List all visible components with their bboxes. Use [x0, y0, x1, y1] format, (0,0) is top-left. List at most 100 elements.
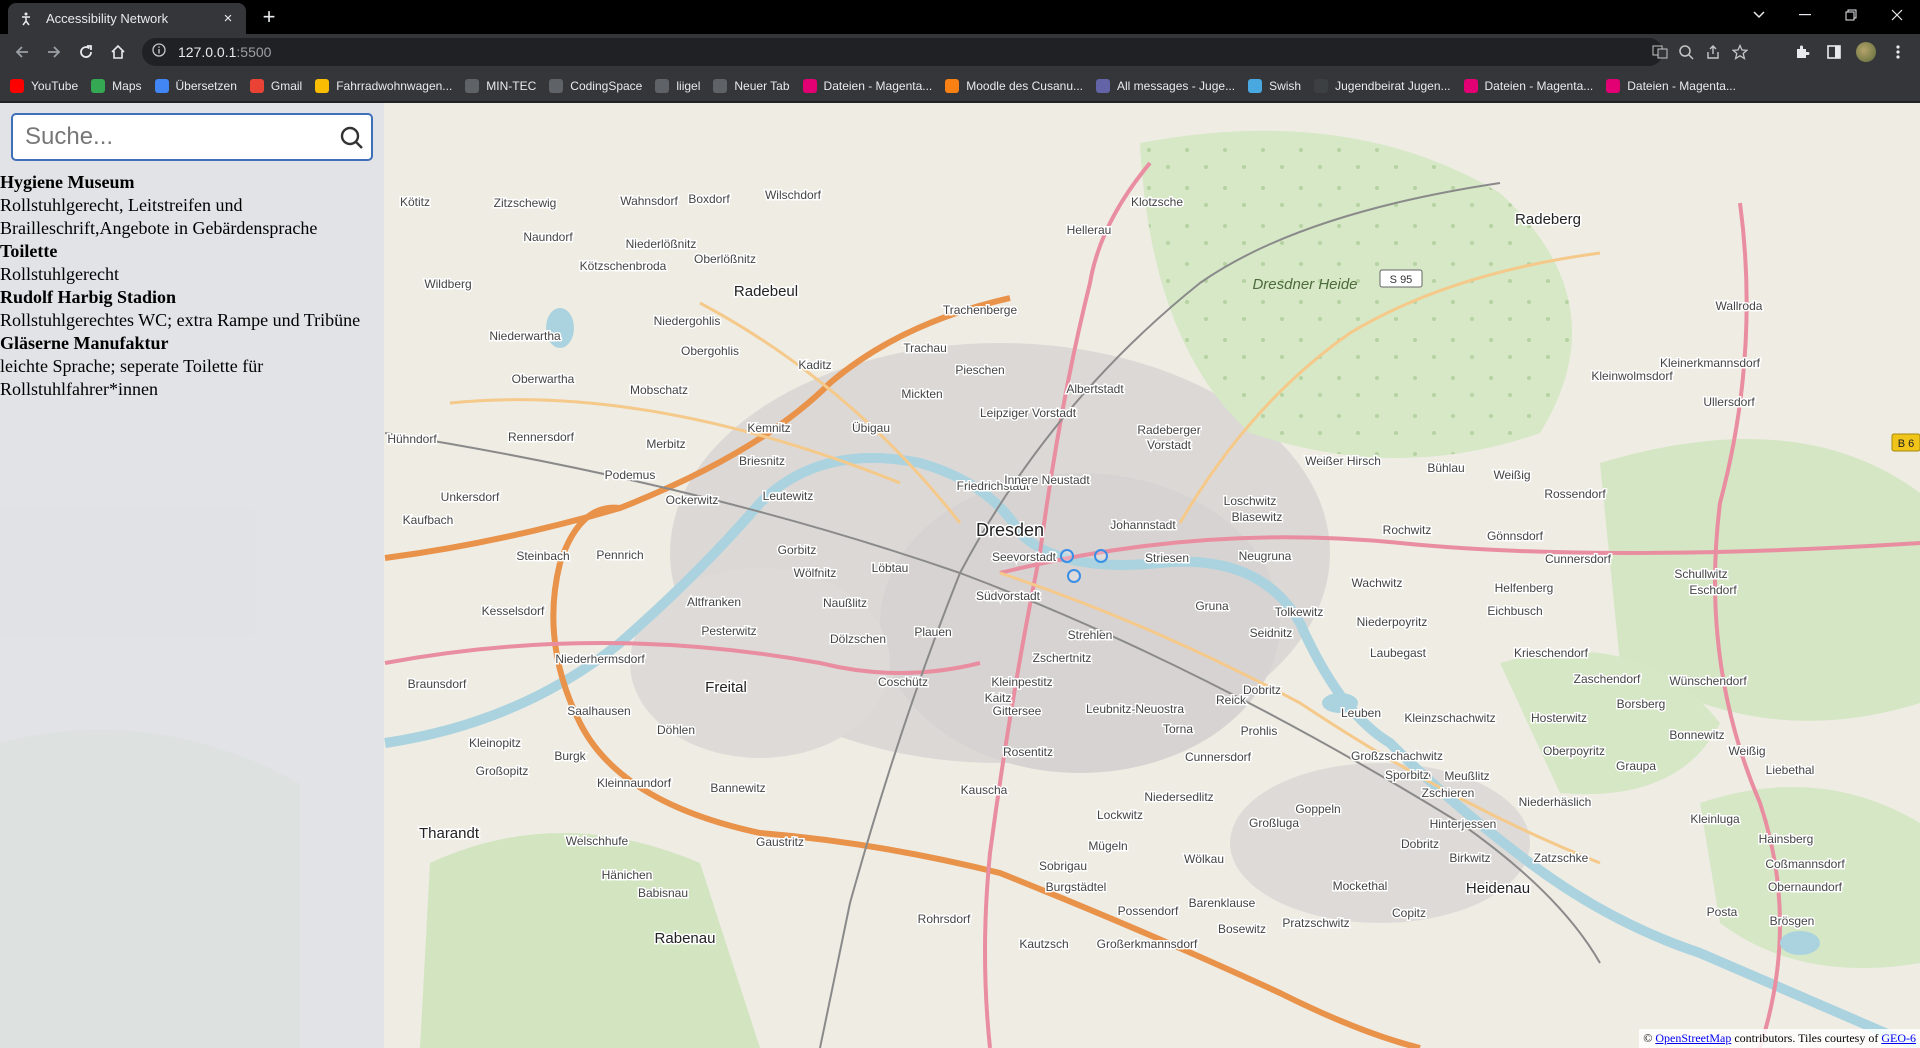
map-place-label: Loschwitz: [1224, 494, 1277, 508]
result-name: Hygiene Museum: [0, 172, 135, 192]
search-input[interactable]: [13, 123, 323, 151]
close-tab-icon[interactable]: ×: [220, 10, 236, 27]
bookmark-label: Dateien - Magenta...: [1484, 78, 1594, 93]
minimize-icon[interactable]: [1782, 0, 1828, 30]
bookmark-item[interactable]: Jugendbeirat Jugen...: [1314, 78, 1451, 93]
tab-accessibility-network[interactable]: Accessibility Network ×: [8, 3, 246, 34]
bookmark-item[interactable]: Gmail: [249, 78, 302, 93]
map-place-label: Wahnsdorf: [620, 194, 678, 208]
result-item[interactable]: Gläserne Manufaktur leichte Sprache; sepe…: [0, 332, 384, 401]
map-place-label: Radeberg: [1515, 211, 1581, 228]
poi-marker[interactable]: [1094, 549, 1108, 563]
map-place-label: Seevorstadt: [992, 550, 1057, 564]
map-place-label: Wildberg: [424, 277, 471, 291]
bookmark-icon: [802, 78, 817, 93]
map-place-label: Döhlen: [657, 723, 695, 737]
translate-icon[interactable]: [1650, 42, 1670, 62]
result-name: Gläserne Manufaktur: [0, 333, 169, 353]
map-place-label: Innere Neustadt: [1004, 473, 1090, 487]
map-place-label: Leipziger Vorstadt: [980, 406, 1077, 420]
restore-icon[interactable]: [1828, 0, 1874, 30]
bookmark-icon: [1096, 78, 1111, 93]
map-place-label: Sobrigau: [1039, 859, 1087, 873]
map-place-label: Naußlitz: [823, 596, 867, 610]
side-panel-icon[interactable]: [1824, 42, 1844, 62]
map-place-label: Gorbitz: [778, 543, 817, 557]
search-icon[interactable]: [339, 125, 365, 151]
address-bar[interactable]: 127.0.0.1:5500: [142, 38, 1748, 66]
map-place-label: Niederpoyritz: [1357, 615, 1428, 629]
bookmark-item[interactable]: Fahrradwohnwagen...: [315, 78, 452, 93]
poi-marker[interactable]: [1060, 549, 1074, 563]
new-tab-button[interactable]: +: [257, 6, 281, 30]
map-place-label: Rohrsdorf: [918, 912, 971, 926]
bookmark-item[interactable]: Dateien - Magenta...: [1463, 78, 1594, 93]
close-window-icon[interactable]: [1874, 0, 1920, 30]
bookmark-item[interactable]: Maps: [91, 78, 142, 93]
map-place-label: Ullersdorf: [1703, 395, 1755, 409]
poi-marker[interactable]: [1067, 569, 1081, 583]
browser-window: Accessibility Network × + 127.0.0.1:5500…: [0, 0, 1920, 1048]
geo6-link[interactable]: GEO-6: [1881, 1031, 1916, 1045]
bookmark-icon: [154, 78, 169, 93]
map-place-label: Briesnitz: [739, 454, 785, 468]
result-item[interactable]: Hygiene Museum Rollstuhlgerecht, Leitstre…: [0, 171, 384, 240]
map-place-label: Schullwitz: [1674, 567, 1727, 581]
map-place-label: Wölfnitz: [794, 566, 837, 580]
bookmark-item[interactable]: MIN-TEC: [465, 78, 536, 93]
bookmark-item[interactable]: Swish: [1248, 78, 1301, 93]
home-icon[interactable]: [104, 38, 132, 66]
bookmark-star-icon[interactable]: [1730, 42, 1750, 62]
map-place-label: Großzschachwitz: [1351, 749, 1443, 763]
map-place-label: Klotzsche: [1131, 195, 1183, 209]
map-place-label: Podemus: [605, 468, 656, 482]
bookmark-item[interactable]: Moodle des Cusanu...: [945, 78, 1083, 93]
map-place-label: Altfranken: [687, 595, 741, 609]
map-place-label: Niederhäslich: [1519, 795, 1592, 809]
map-place-label: Kleinopitz: [469, 736, 521, 750]
map-place-label: Wallroda: [1716, 299, 1763, 313]
results-list: Hygiene Museum Rollstuhlgerecht, Leitstre…: [0, 171, 384, 401]
bookmark-item[interactable]: liigel: [655, 78, 700, 93]
bookmark-label: Dateien - Magenta...: [1627, 78, 1736, 93]
search-box[interactable]: [11, 113, 373, 161]
bookmark-item[interactable]: All messages - Juge...: [1096, 78, 1235, 93]
site-info-icon[interactable]: [152, 42, 166, 62]
bookmark-item[interactable]: Neuer Tab: [713, 78, 790, 93]
bookmark-item[interactable]: CodingSpace: [549, 78, 642, 93]
share-icon[interactable]: [1703, 42, 1723, 62]
map-place-label: Großopitz: [476, 764, 529, 778]
map-place-label: Johannstadt: [1110, 518, 1176, 532]
result-description: Rollstuhlgerecht, Leitstreifen und Brail…: [0, 195, 318, 238]
map-place-label: Kötitz: [400, 195, 430, 209]
map-place-label: Gaustritz: [756, 835, 804, 849]
result-item[interactable]: Rudolf Harbig Stadion Rollstuhlgerechtes …: [0, 286, 384, 332]
openstreetmap-link[interactable]: OpenStreetMap: [1655, 1031, 1731, 1045]
reload-icon[interactable]: [72, 38, 100, 66]
bookmark-icon: [1606, 78, 1621, 93]
map-place-label: Zschieren: [1422, 786, 1475, 800]
map-place-label: Pieschen: [955, 363, 1004, 377]
bookmark-item[interactable]: Dateien - Magenta...: [1606, 78, 1736, 93]
map-place-label: Großluga: [1249, 816, 1299, 830]
page-content: Dresden Radebeul Freital Heidenau Radeberg Th…: [0, 103, 1920, 1048]
map-place-label: Posta: [1707, 905, 1738, 919]
result-item[interactable]: Toilette Rollstuhlgerecht: [0, 240, 384, 286]
bookmark-item[interactable]: Dateien - Magenta...: [802, 78, 932, 93]
bookmark-item[interactable]: Übersetzen: [154, 78, 237, 93]
forward-icon[interactable]: [40, 38, 68, 66]
profile-avatar[interactable]: [1856, 42, 1876, 62]
zoom-icon[interactable]: [1676, 42, 1696, 62]
map-place-label: Blasewitz: [1232, 510, 1283, 524]
tab-search-icon[interactable]: [1736, 0, 1782, 30]
result-description: leichte Sprache; seperate Toilette für R…: [0, 356, 264, 399]
menu-icon[interactable]: [1888, 42, 1908, 62]
map-place-label: Gruna: [1195, 599, 1229, 613]
road-shield-s95: S 95: [1379, 269, 1423, 288]
accessibility-icon: [18, 11, 34, 27]
bookmark-icon: [945, 78, 960, 93]
map-place-label: Gönnsdorf: [1487, 529, 1544, 543]
back-icon[interactable]: [8, 38, 36, 66]
bookmark-item[interactable]: YouTube: [10, 78, 78, 93]
extensions-icon[interactable]: [1792, 42, 1812, 62]
